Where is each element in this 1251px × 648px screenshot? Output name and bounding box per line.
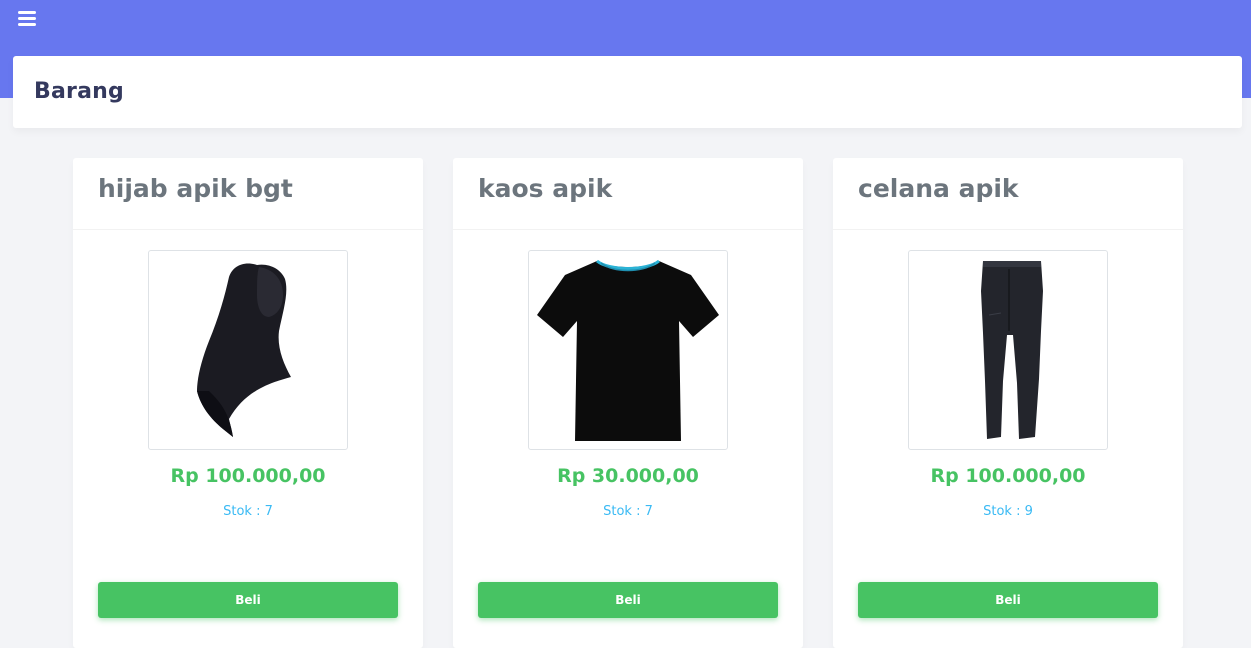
product-image [148, 250, 348, 450]
buy-button[interactable]: Beli [98, 582, 398, 618]
product-name: hijab apik bgt [98, 174, 293, 203]
product-card: kaos apik Rp 30.000,00 Stok : 7 Beli [453, 158, 803, 648]
product-image [528, 250, 728, 450]
product-stock: Stok : 7 [223, 504, 273, 519]
buy-button[interactable]: Beli [478, 582, 778, 618]
page-title: Barang [34, 79, 124, 104]
product-card-header: celana apik [833, 158, 1183, 230]
product-price: Rp 100.000,00 [170, 465, 326, 487]
product-name: celana apik [858, 174, 1019, 203]
product-card-header: kaos apik [453, 158, 803, 230]
menu-toggle-icon[interactable] [18, 11, 36, 26]
hijab-image [197, 263, 291, 437]
product-image [908, 250, 1108, 450]
product-stock: Stok : 9 [983, 504, 1033, 519]
buy-button[interactable]: Beli [858, 582, 1158, 618]
product-price: Rp 30.000,00 [557, 465, 699, 487]
product-card-header: hijab apik bgt [73, 158, 423, 230]
pants-image [981, 261, 1043, 439]
product-card: hijab apik bgt Rp 100.000,00 Stok : 7 Be… [73, 158, 423, 648]
section-header: Barang [13, 56, 1242, 128]
tshirt-image [537, 259, 719, 441]
product-stock: Stok : 7 [603, 504, 653, 519]
product-grid: hijab apik bgt Rp 100.000,00 Stok : 7 Be… [73, 158, 1183, 648]
product-card: celana apik Rp 100.000,00 Stok : 9 Beli [833, 158, 1183, 648]
product-name: kaos apik [478, 174, 613, 203]
product-price: Rp 100.000,00 [930, 465, 1086, 487]
